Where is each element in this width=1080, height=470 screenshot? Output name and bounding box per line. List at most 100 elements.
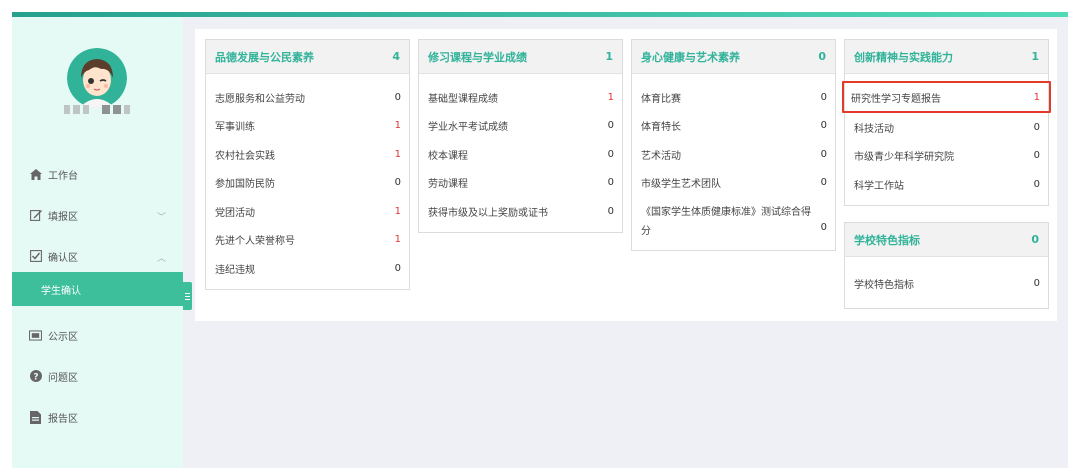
- list-item[interactable]: 艺术活动 0: [632, 140, 835, 169]
- item-label: 体育特长: [641, 122, 681, 134]
- nav-item-questions[interactable]: ? 问题区: [12, 357, 183, 395]
- list-item[interactable]: 违纪违规 0: [206, 254, 409, 283]
- item-value: 0: [820, 91, 827, 103]
- item-value: 0: [607, 177, 614, 189]
- card-count: 1: [1031, 50, 1039, 63]
- list-item[interactable]: 军事训练 1: [206, 112, 409, 141]
- list-item[interactable]: 体育比赛 0: [632, 83, 835, 112]
- item-value: 0: [607, 205, 614, 217]
- category-card-courses: 修习课程与学业成绩 1 基础型课程成绩 1 学业水平考试成绩 0 校本课程 0 劳动课…: [418, 39, 623, 233]
- item-label: 军事训练: [215, 122, 255, 134]
- item-label: 党团活动: [215, 207, 255, 219]
- app-window: 工作台 填报区 ﹀ 确认区 ︿ 学生确认 公示区 ? 问题区 报告区 品德发展与…: [12, 12, 1068, 468]
- item-label: 获得市级及以上奖励或证书: [428, 207, 548, 219]
- item-value: 0: [820, 177, 827, 189]
- item-label: 《国家学生体质健康标准》测试综合得分: [641, 207, 811, 237]
- nav-label: 报告区: [48, 413, 78, 425]
- list-item[interactable]: 科学工作站 0: [845, 170, 1048, 199]
- list-item[interactable]: 获得市级及以上奖励或证书 0: [419, 197, 622, 226]
- item-label: 违纪违规: [215, 264, 255, 276]
- card-header[interactable]: 身心健康与艺术素养 0: [632, 40, 835, 74]
- card-count: 0: [818, 50, 826, 63]
- card-title: 修习课程与学业成绩: [428, 50, 527, 64]
- card-header[interactable]: 学校特色指标 0: [845, 223, 1048, 257]
- item-label: 科学工作站: [854, 180, 904, 192]
- card-count: 1: [605, 50, 613, 63]
- display-icon: [29, 329, 42, 342]
- list-item[interactable]: 基础型课程成绩 1: [419, 83, 622, 112]
- category-card-health-arts: 身心健康与艺术素养 0 体育比赛 0 体育特长 0 艺术活动 0 市级学生艺术团队 0 …: [631, 39, 836, 251]
- item-label: 基础型课程成绩: [428, 93, 498, 105]
- card-title: 创新精神与实践能力: [854, 50, 953, 64]
- item-label: 农村社会实践: [215, 150, 275, 162]
- report-icon: [29, 410, 42, 424]
- list-item[interactable]: 志愿服务和公益劳动 0: [206, 83, 409, 112]
- item-label: 市级青少年科学研究院: [854, 152, 954, 164]
- nav-subitem-student-confirm[interactable]: 学生确认: [12, 272, 183, 306]
- list-item[interactable]: 市级学生艺术团队 0: [632, 169, 835, 198]
- list-item[interactable]: 农村社会实践 1: [206, 140, 409, 169]
- list-item[interactable]: 科技活动 0: [845, 113, 1048, 142]
- card-header[interactable]: 创新精神与实践能力 1: [845, 40, 1048, 74]
- chevron-up-icon: ︿: [156, 254, 166, 264]
- item-label: 科技活动: [854, 123, 894, 135]
- item-value: 0: [394, 262, 401, 274]
- item-value: 0: [820, 148, 827, 160]
- item-value: 1: [1033, 91, 1040, 103]
- sidebar: 工作台 填报区 ﹀ 确认区 ︿ 学生确认 公示区 ? 问题区 报告区: [12, 17, 183, 468]
- category-card-moral: 品德发展与公民素养 4 志愿服务和公益劳动 0 军事训练 1 农村社会实践 1 参加国…: [205, 39, 410, 290]
- nav-item-workbench[interactable]: 工作台: [12, 155, 183, 193]
- category-card-innovation: 创新精神与实践能力 1 研究性学习专题报告 1 科技活动 0 市级青少年科学研究院 0…: [842, 39, 1051, 206]
- item-label: 体育比赛: [641, 93, 681, 105]
- nav-item-publicity[interactable]: 公示区: [12, 316, 183, 354]
- list-item[interactable]: 劳动课程 0: [419, 169, 622, 198]
- nav-item-confirm[interactable]: 确认区 ︿: [12, 237, 183, 275]
- nav-sub-label: 学生确认: [41, 285, 81, 297]
- list-item[interactable]: 先进个人荣誉称号 1: [206, 226, 409, 255]
- nav-label: 公示区: [48, 331, 78, 343]
- list-item[interactable]: 学业水平考试成绩 0: [419, 112, 622, 141]
- item-value: 1: [607, 91, 614, 103]
- item-value: 0: [820, 120, 827, 132]
- chevron-down-icon: ﹀: [156, 213, 166, 223]
- list-item[interactable]: 党团活动 1: [206, 197, 409, 226]
- card-header[interactable]: 品德发展与公民素养 4: [206, 40, 409, 74]
- nav-label: 填报区: [48, 211, 78, 223]
- list-item[interactable]: 学校特色指标 0: [845, 269, 1048, 298]
- category-card-school-features: 学校特色指标 0 学校特色指标 0: [844, 222, 1049, 309]
- card-header[interactable]: 修习课程与学业成绩 1: [419, 40, 622, 74]
- item-label: 艺术活动: [641, 150, 681, 162]
- item-value: 0: [607, 120, 614, 132]
- question-icon: ?: [29, 370, 42, 383]
- nav-item-reports[interactable]: 报告区: [12, 398, 183, 436]
- item-label: 先进个人荣誉称号: [215, 236, 295, 248]
- item-label: 研究性学习专题报告: [851, 93, 941, 105]
- check-square-icon: [29, 250, 42, 263]
- list-item[interactable]: 校本课程 0: [419, 140, 622, 169]
- list-item[interactable]: 体育特长 0: [632, 112, 835, 141]
- item-value: 0: [1033, 277, 1040, 289]
- home-icon: [29, 168, 42, 181]
- item-value: 0: [607, 148, 614, 160]
- item-value: 1: [394, 205, 401, 217]
- user-avatar[interactable]: [67, 48, 127, 108]
- nav-label: 工作台: [48, 170, 78, 182]
- card-title: 学校特色指标: [854, 233, 920, 247]
- sidebar-collapse-toggle[interactable]: [183, 282, 192, 310]
- list-item[interactable]: 市级青少年科学研究院 0: [845, 142, 1048, 171]
- list-item[interactable]: 《国家学生体质健康标准》测试综合得分 0: [632, 197, 835, 244]
- item-value: 1: [394, 148, 401, 160]
- card-title: 品德发展与公民素养: [215, 50, 314, 64]
- item-label: 学校特色指标: [854, 279, 914, 291]
- nav-label: 问题区: [48, 372, 78, 384]
- nav-item-fill[interactable]: 填报区 ﹀: [12, 196, 183, 234]
- item-label: 学业水平考试成绩: [428, 122, 508, 134]
- item-label: 参加国防民防: [215, 179, 275, 191]
- item-value: 0: [394, 91, 401, 103]
- card-title: 身心健康与艺术素养: [641, 50, 740, 64]
- list-item-highlighted[interactable]: 研究性学习专题报告 1: [842, 81, 1051, 113]
- list-item[interactable]: 参加国防民防 0: [206, 169, 409, 198]
- item-value: 0: [1033, 150, 1040, 162]
- card-count: 4: [392, 50, 400, 63]
- card-count: 0: [1031, 233, 1039, 246]
